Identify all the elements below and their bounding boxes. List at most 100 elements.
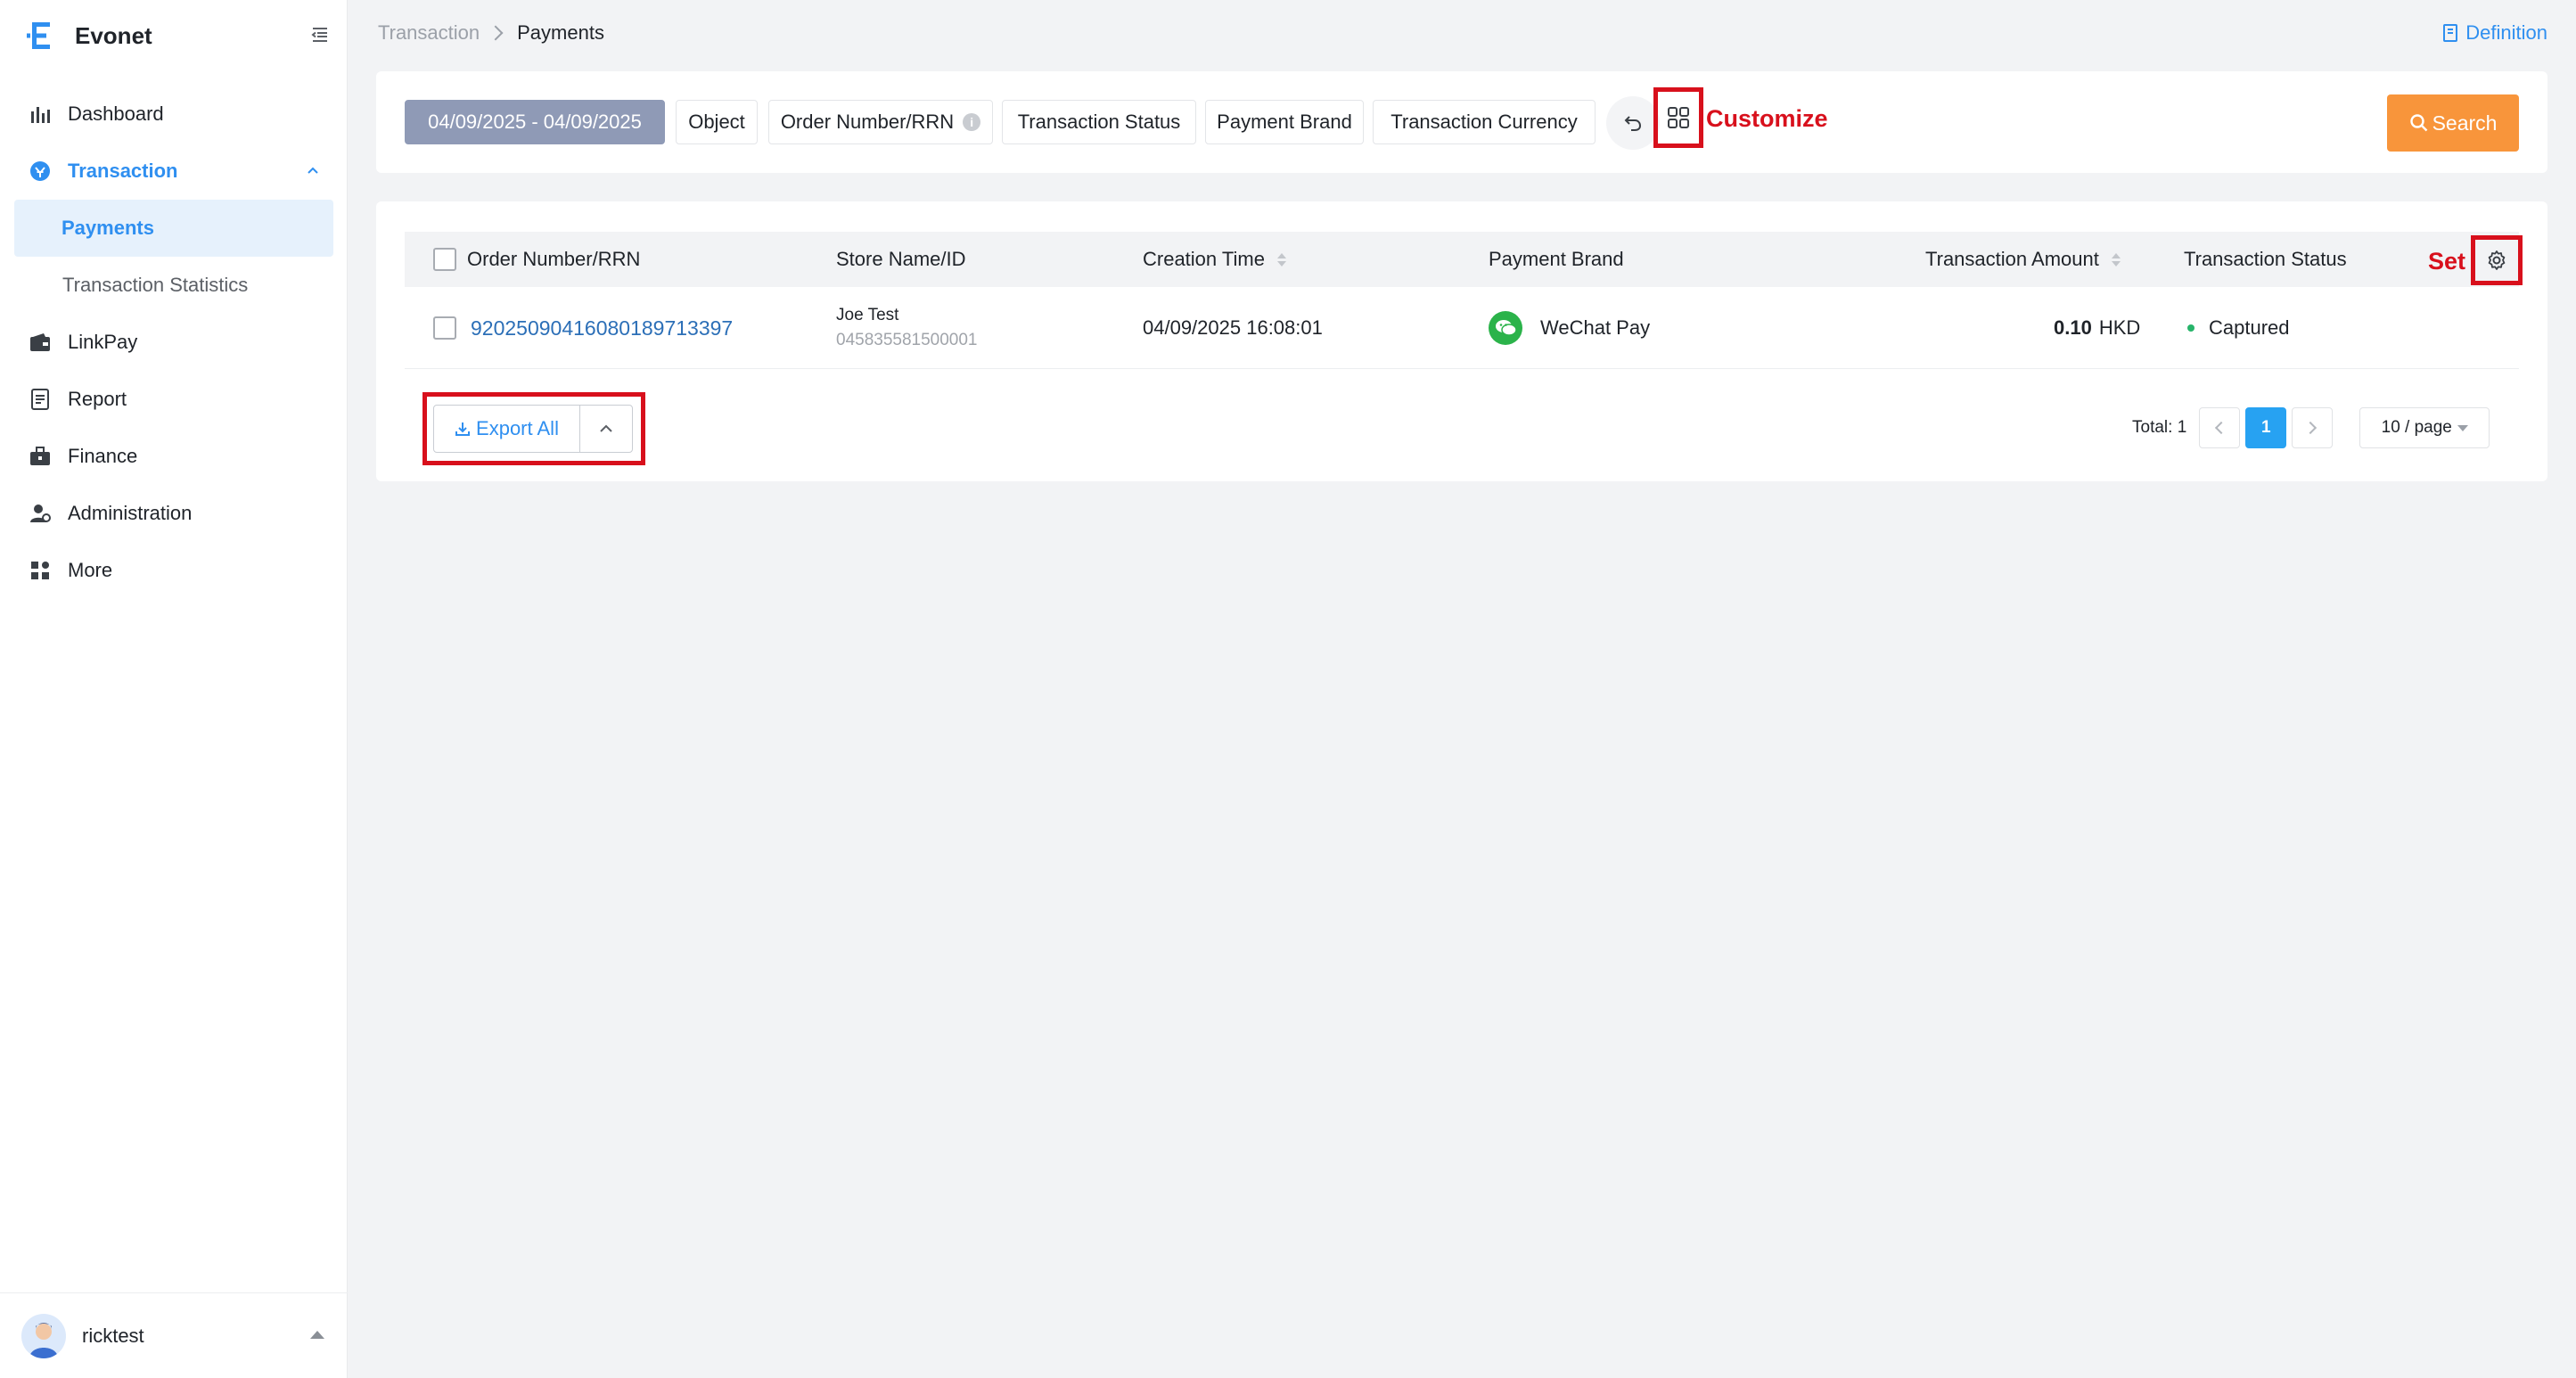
- filter-bar: 04/09/2025 - 04/09/2025 Object Order Num…: [376, 71, 2547, 173]
- payment-brand-cell: WeChat Pay: [1489, 287, 1650, 369]
- sort-icon[interactable]: [2111, 252, 2121, 267]
- next-page-button[interactable]: [2292, 407, 2334, 448]
- export-options-toggle[interactable]: [580, 406, 632, 452]
- customize-filters-button[interactable]: [1653, 87, 1703, 148]
- order-number-filter[interactable]: Order Number/RRN i: [768, 100, 993, 144]
- table-header: Order Number/RRN Store Name/ID Creation …: [405, 232, 2519, 287]
- sidebar-item-transaction[interactable]: Transaction: [0, 143, 348, 200]
- sidebar-item-linkpay[interactable]: LinkPay: [0, 314, 348, 371]
- sidebar-item-label: Transaction: [68, 160, 178, 182]
- sidebar-item-dashboard[interactable]: Dashboard: [0, 86, 348, 143]
- payment-brand-name: WeChat Pay: [1540, 316, 1651, 339]
- finance-icon: [29, 445, 52, 468]
- date-range-filter[interactable]: 04/09/2025 - 04/09/2025: [405, 100, 665, 144]
- column-header-creation-time[interactable]: Creation Time: [1143, 232, 1286, 287]
- creation-time-cell: 04/09/2025 16:08:01: [1143, 316, 1323, 339]
- sidebar-item-label: Administration: [68, 502, 193, 524]
- store-cell: Joe Test 045835581500001: [836, 287, 978, 369]
- order-number-cell: 92025090416080189713397: [471, 287, 733, 369]
- table-row[interactable]: 92025090416080189713397 Joe Test 0458355…: [405, 287, 2519, 369]
- sidebar-item-label: LinkPay: [68, 331, 138, 353]
- export-button-group: Export All: [433, 405, 633, 453]
- sidebar-item-administration[interactable]: Administration: [0, 485, 348, 542]
- status-dot-icon: [2187, 324, 2195, 332]
- breadcrumb-parent[interactable]: Transaction: [378, 21, 480, 45]
- column-header-transaction-amount[interactable]: Transaction Amount: [1925, 232, 2121, 287]
- app-name: Evonet: [75, 21, 152, 49]
- filter-chip-label: Order Number/RRN: [780, 111, 955, 133]
- gear-icon: [2488, 250, 2506, 270]
- document-icon: [2443, 24, 2458, 42]
- sidebar-item-report[interactable]: Report: [0, 371, 348, 428]
- prev-page-button[interactable]: [2199, 407, 2241, 448]
- store-info: Joe Test 045835581500001: [836, 306, 978, 350]
- wechat-pay-icon: [1489, 311, 1522, 345]
- column-header-transaction-status: Transaction Status: [2184, 248, 2347, 270]
- reset-filters-button[interactable]: [1606, 96, 1660, 150]
- bar-chart-icon: [29, 103, 52, 126]
- transaction-status-cell: Captured: [2187, 287, 2290, 369]
- sidebar-item-label: Report: [68, 388, 127, 410]
- sidebar: Evonet Dashboard Transaction Payments Tr…: [0, 0, 348, 1378]
- set-annotation: Set: [2428, 248, 2466, 275]
- status-badge: Captured: [2209, 316, 2290, 339]
- chevron-up-icon: [600, 424, 612, 432]
- chevron-right-icon: [2304, 421, 2318, 435]
- info-icon: i: [963, 113, 981, 131]
- page-number-button[interactable]: 1: [2245, 407, 2287, 448]
- breadcrumb-current: Payments: [517, 21, 604, 44]
- page-size-select[interactable]: 10 / page: [2359, 407, 2490, 448]
- user-name: ricktest: [82, 1324, 144, 1347]
- chevron-left-icon: [2215, 421, 2228, 435]
- amount-value: 0.10: [2054, 316, 2092, 339]
- object-filter[interactable]: Object: [676, 100, 758, 144]
- sidebar-item-payments[interactable]: Payments: [14, 200, 333, 257]
- search-button[interactable]: Search: [2387, 94, 2519, 152]
- export-label: Export All: [476, 417, 559, 439]
- sidebar-item-finance[interactable]: Finance: [0, 428, 348, 485]
- sidebar-item-label: Dashboard: [68, 103, 164, 125]
- store-id: 045835581500001: [836, 331, 978, 349]
- user-menu[interactable]: ricktest: [0, 1292, 348, 1378]
- report-icon: [29, 388, 52, 411]
- sort-icon[interactable]: [1276, 252, 1286, 267]
- evonet-logo-icon: [27, 22, 50, 49]
- caret-up-icon: [310, 1331, 324, 1339]
- column-settings-button[interactable]: [2471, 235, 2523, 285]
- definition-label: Definition: [2465, 21, 2547, 44]
- transaction-status-filter[interactable]: Transaction Status: [1002, 100, 1196, 144]
- row-checkbox[interactable]: [433, 316, 456, 340]
- date-range-value: 04/09/2025 - 04/09/2025: [428, 111, 642, 133]
- download-icon: [455, 422, 471, 436]
- caret-down-icon: [2457, 424, 2468, 431]
- brand[interactable]: Evonet: [27, 20, 152, 52]
- export-all-button[interactable]: Export All: [434, 406, 580, 452]
- grid-icon: [29, 559, 52, 582]
- definition-link[interactable]: Definition: [2442, 21, 2547, 45]
- column-header-store: Store Name/ID: [836, 248, 966, 270]
- order-number-link[interactable]: 92025090416080189713397: [471, 316, 733, 340]
- sidebar-nav: Dashboard Transaction Payments Transacti…: [0, 86, 348, 599]
- transaction-amount-cell: 0.10 HKD: [2054, 287, 2140, 369]
- payment-brand-filter[interactable]: Payment Brand: [1205, 100, 1364, 144]
- select-all-checkbox[interactable]: [433, 248, 456, 271]
- transaction-currency-filter[interactable]: Transaction Currency: [1373, 100, 1596, 144]
- sidebar-item-label: Payments: [62, 217, 154, 239]
- chevron-right-icon: [488, 25, 504, 41]
- column-header-payment-brand: Payment Brand: [1489, 248, 1624, 270]
- sidebar-item-transaction-statistics[interactable]: Transaction Statistics: [0, 257, 348, 314]
- filter-chip-label: Transaction Status: [1017, 111, 1181, 133]
- chevron-up-icon: [308, 167, 318, 174]
- collapse-sidebar-icon[interactable]: [310, 25, 330, 45]
- wallet-icon: [29, 331, 52, 354]
- store-name: Joe Test: [836, 306, 899, 324]
- grid-layout-icon: [1668, 107, 1689, 128]
- sidebar-item-more[interactable]: More: [0, 542, 348, 599]
- sidebar-item-label: Transaction Statistics: [62, 274, 249, 296]
- filter-chip-label: Payment Brand: [1217, 111, 1352, 133]
- search-label: Search: [2432, 111, 2498, 135]
- column-header-label: Creation Time: [1143, 248, 1265, 270]
- transaction-icon: [29, 160, 52, 183]
- breadcrumb: Transaction Payments: [378, 21, 604, 45]
- sidebar-item-label: More: [68, 559, 113, 581]
